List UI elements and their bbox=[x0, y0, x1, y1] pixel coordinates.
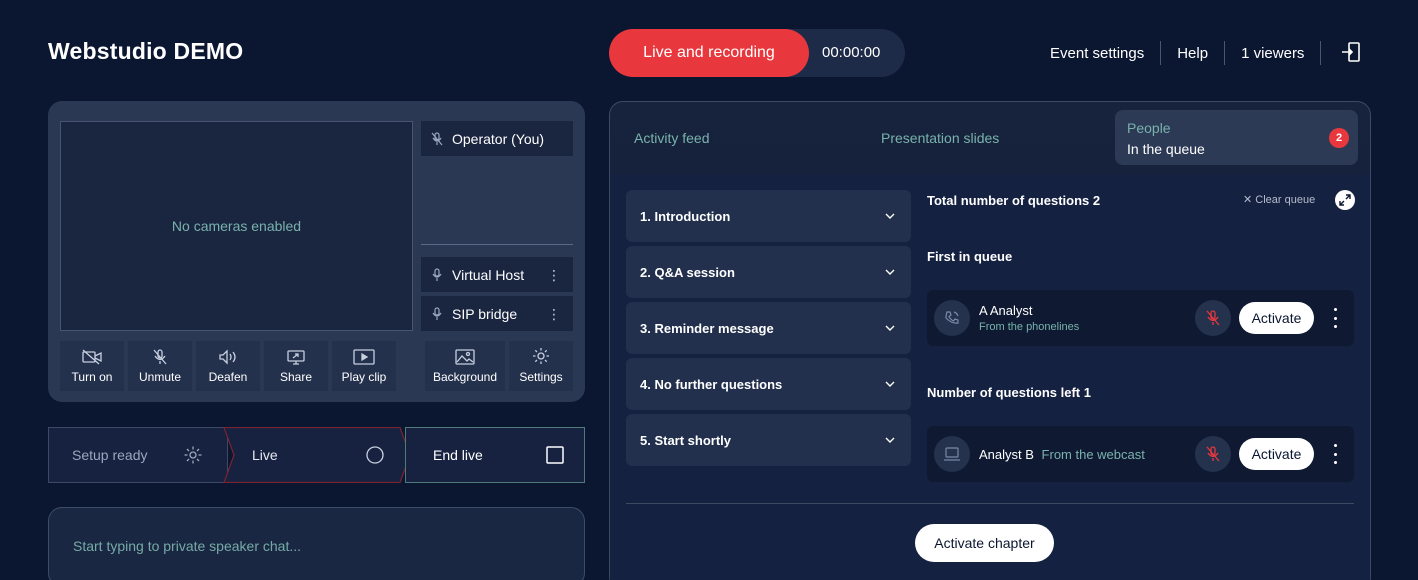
nav-divider bbox=[1320, 41, 1322, 65]
viewers-count[interactable]: 1 viewers bbox=[1225, 45, 1320, 62]
more-options-icon[interactable]: ⋮ bbox=[547, 268, 561, 282]
clear-queue-label: Clear queue bbox=[1255, 194, 1316, 206]
step-label: Live bbox=[252, 447, 278, 463]
participant-divider bbox=[421, 244, 573, 245]
tab-people-title: People bbox=[1127, 120, 1171, 136]
tab-people[interactable]: People In the queue bbox=[1115, 110, 1358, 165]
chevron-down-icon bbox=[885, 213, 895, 219]
questioner-name: Analyst B bbox=[979, 447, 1034, 462]
step-setup-ready[interactable]: Setup ready bbox=[48, 427, 228, 483]
chat-placeholder: Start typing to private speaker chat... bbox=[73, 538, 302, 554]
panel-divider bbox=[626, 503, 1354, 504]
gear-icon bbox=[533, 348, 549, 364]
chapter-title: 2. Q&A session bbox=[640, 264, 735, 280]
mic-off-icon bbox=[431, 131, 443, 145]
tab-people-subtitle: In the queue bbox=[1127, 141, 1205, 157]
chevron-down-icon bbox=[885, 269, 895, 275]
mic-icon bbox=[432, 306, 442, 320]
chapter-title: 5. Start shortly bbox=[640, 432, 732, 448]
control-label: Share bbox=[279, 370, 313, 384]
questioner-info: Analyst B From the webcast bbox=[979, 447, 1145, 462]
image-icon bbox=[455, 349, 475, 365]
app-title: Webstudio DEMO bbox=[48, 38, 244, 64]
control-label: Settings bbox=[519, 370, 563, 384]
close-icon: ✕ bbox=[1243, 194, 1253, 206]
step-end-live[interactable]: End live bbox=[405, 427, 585, 483]
step-label: Setup ready bbox=[72, 447, 148, 463]
share-screen-button[interactable]: Share bbox=[264, 341, 328, 391]
chapter-item[interactable]: 4. No further questions bbox=[626, 358, 911, 410]
control-label: Deafen bbox=[208, 370, 248, 384]
more-options-icon[interactable] bbox=[1331, 444, 1339, 464]
first-in-queue-label: First in queue bbox=[927, 249, 1013, 264]
queue-count-badge: 2 bbox=[1329, 128, 1349, 148]
turn-on-camera-button[interactable]: Turn on bbox=[60, 341, 124, 391]
questioner-source: From the phonelines bbox=[979, 321, 1080, 333]
live-recording-button[interactable]: Live and recording bbox=[609, 29, 809, 77]
clear-queue-button[interactable]: ✕ Clear queue bbox=[1243, 193, 1315, 206]
camera-off-icon bbox=[82, 349, 102, 365]
laptop-icon bbox=[934, 436, 970, 472]
chapter-title: 1. Introduction bbox=[640, 208, 731, 224]
checkbox-icon bbox=[546, 446, 564, 464]
phone-icon bbox=[934, 300, 970, 336]
participant-name: Operator (You) bbox=[452, 130, 545, 147]
chapter-item[interactable]: 1. Introduction bbox=[626, 190, 911, 242]
chapter-item[interactable]: 5. Start shortly bbox=[626, 414, 911, 466]
speaker-icon bbox=[219, 349, 236, 365]
control-label: Background bbox=[432, 370, 498, 384]
mic-icon bbox=[432, 267, 442, 281]
play-clip-icon bbox=[353, 349, 375, 365]
unmute-button[interactable]: Unmute bbox=[128, 341, 192, 391]
no-camera-text: No cameras enabled bbox=[171, 218, 302, 234]
step-live[interactable]: Live bbox=[224, 427, 406, 483]
tab-activity-feed[interactable]: Activity feed bbox=[634, 130, 709, 146]
mic-off-icon[interactable] bbox=[1195, 300, 1231, 336]
mic-off-icon bbox=[153, 349, 167, 365]
deafen-button[interactable]: Deafen bbox=[196, 341, 260, 391]
broadcast-timer: 00:00:00 bbox=[822, 44, 881, 61]
chapter-item[interactable]: 2. Q&A session bbox=[626, 246, 911, 298]
total-questions-label: Total number of questions 2 bbox=[927, 193, 1101, 208]
participant-virtual-host[interactable]: Virtual Host ⋮ bbox=[421, 257, 573, 292]
activate-button[interactable]: Activate bbox=[1239, 438, 1314, 470]
top-nav: Event settings Help 1 viewers bbox=[1034, 40, 1322, 66]
step-label: End live bbox=[433, 447, 483, 463]
participant-name: SIP bridge bbox=[452, 305, 518, 322]
activate-button[interactable]: Activate bbox=[1239, 302, 1314, 334]
participant-name: Virtual Host bbox=[452, 266, 525, 283]
more-options-icon[interactable]: ⋮ bbox=[547, 307, 561, 321]
chevron-down-icon bbox=[885, 381, 895, 387]
settings-button[interactable]: Settings bbox=[509, 341, 573, 391]
video-preview: No cameras enabled bbox=[60, 121, 413, 331]
gear-icon bbox=[184, 446, 202, 464]
chapter-title: 4. No further questions bbox=[640, 376, 783, 392]
questioner-source: From the webcast bbox=[1041, 447, 1145, 462]
chapter-title: 3. Reminder message bbox=[640, 320, 774, 336]
more-options-icon[interactable] bbox=[1331, 308, 1339, 328]
chevron-down-icon bbox=[885, 437, 895, 443]
chapter-item[interactable]: 3. Reminder message bbox=[626, 302, 911, 354]
play-clip-button[interactable]: Play clip bbox=[332, 341, 396, 391]
activate-chapter-button[interactable]: Activate chapter bbox=[915, 524, 1054, 562]
event-settings-link[interactable]: Event settings bbox=[1034, 45, 1160, 62]
screen-share-icon bbox=[287, 350, 305, 365]
control-label: Play clip bbox=[341, 370, 387, 384]
background-button[interactable]: Background bbox=[425, 341, 505, 391]
mic-off-icon[interactable] bbox=[1195, 436, 1231, 472]
questioner-name: A Analyst bbox=[979, 303, 1033, 318]
control-label: Turn on bbox=[71, 370, 113, 384]
tab-presentation-slides[interactable]: Presentation slides bbox=[881, 130, 999, 146]
questions-left-label: Number of questions left 1 bbox=[927, 385, 1091, 400]
help-link[interactable]: Help bbox=[1161, 45, 1224, 62]
participant-sip-bridge[interactable]: SIP bridge ⋮ bbox=[421, 296, 573, 331]
participant-operator[interactable]: Operator (You) bbox=[421, 121, 573, 156]
speaker-chat-input[interactable]: Start typing to private speaker chat... bbox=[48, 507, 585, 580]
expand-icon[interactable] bbox=[1335, 190, 1355, 210]
exit-icon[interactable] bbox=[1340, 41, 1362, 63]
chevron-down-icon bbox=[885, 325, 895, 331]
control-label: Unmute bbox=[138, 370, 182, 384]
circle-icon bbox=[366, 446, 384, 464]
